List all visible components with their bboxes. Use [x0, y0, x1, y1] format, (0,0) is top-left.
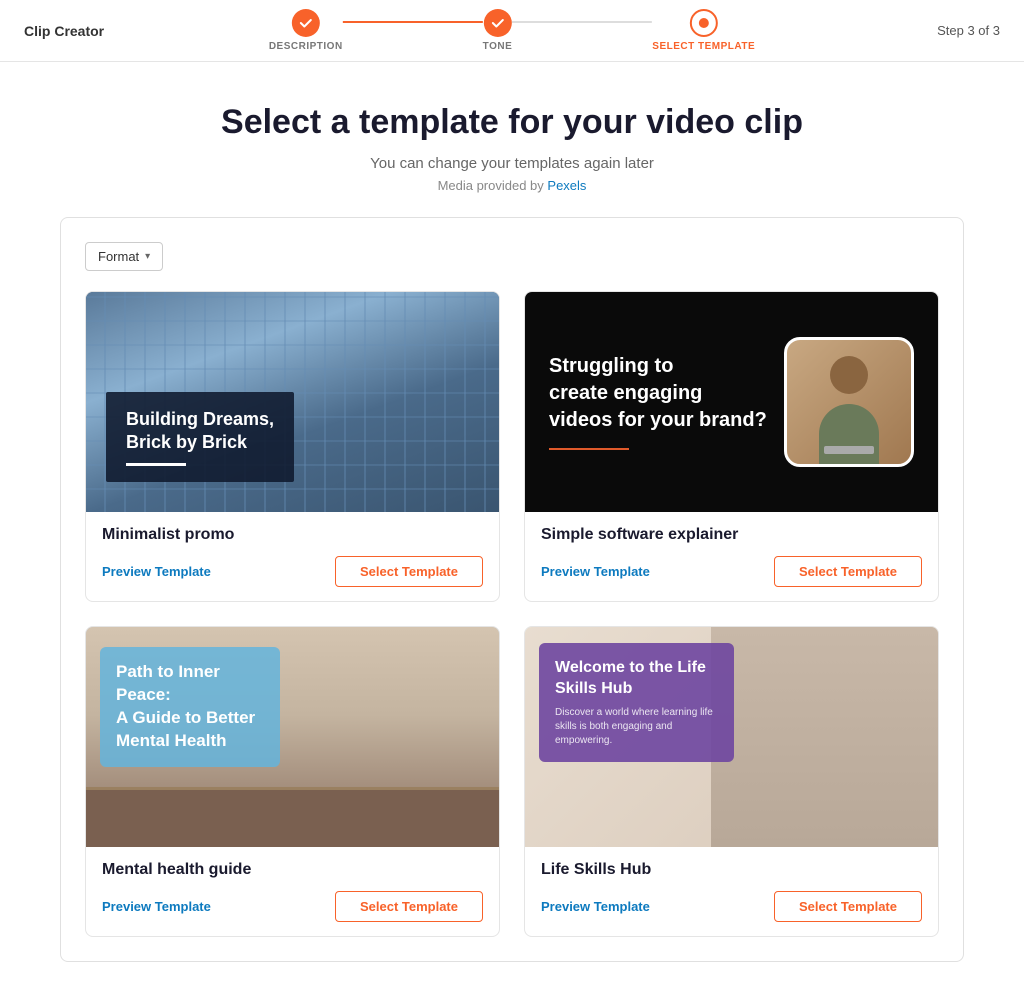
main-content: Select a template for your video clip Yo… — [0, 62, 1024, 1002]
template-card-software: Struggling tocreate engagingvideos for y… — [524, 291, 939, 602]
laptop-prop — [824, 446, 874, 454]
minimalist-title: Building Dreams,Brick by Brick — [126, 408, 274, 455]
template-preview-software: Struggling tocreate engagingvideos for y… — [525, 292, 938, 512]
pexels-link[interactable]: Pexels — [547, 178, 586, 193]
mental-floor — [86, 787, 499, 847]
software-divider — [549, 448, 629, 450]
page-subheading: You can change your templates again late… — [60, 155, 964, 172]
progress-steps: DESCRIPTION TONE SELECT TEMPLATE — [269, 9, 755, 52]
preview-link-mental[interactable]: Preview Template — [102, 899, 211, 914]
top-nav: Clip Creator DESCRIPTION TONE SELECT TEM… — [0, 0, 1024, 62]
template-actions-minimalist: Preview Template Select Template — [102, 556, 483, 587]
step-circle-tone — [483, 9, 511, 37]
software-person-image — [784, 337, 914, 467]
format-filter-button[interactable]: Format ▾ — [85, 242, 163, 271]
person-silhouette — [809, 354, 889, 464]
template-preview-mental: Path to Inner Peace:A Guide to BetterMen… — [86, 627, 499, 847]
chevron-down-icon: ▾ — [145, 251, 150, 262]
minimalist-text-box: Building Dreams,Brick by Brick — [106, 392, 294, 482]
step-connector-1 — [343, 21, 483, 23]
minimalist-bar — [126, 463, 186, 466]
template-name-lifeskills: Life Skills Hub — [541, 861, 922, 879]
lifeskills-sub: Discover a world where learning life ski… — [555, 706, 718, 748]
step-label-tone: TONE — [483, 41, 513, 52]
lifeskills-text-box: Welcome to the Life Skills Hub Discover … — [539, 643, 734, 762]
media-credit: Media provided by Pexels — [60, 178, 964, 193]
template-preview-lifeskills: Welcome to the Life Skills Hub Discover … — [525, 627, 938, 847]
template-card-lifeskills: Welcome to the Life Skills Hub Discover … — [524, 626, 939, 937]
template-card-minimalist: Building Dreams,Brick by Brick Minimalis… — [85, 291, 500, 602]
select-template-button-minimalist[interactable]: Select Template — [335, 556, 483, 587]
software-headline: Struggling tocreate engagingvideos for y… — [549, 353, 768, 434]
preview-link-minimalist[interactable]: Preview Template — [102, 564, 211, 579]
template-card-mental: Path to Inner Peace:A Guide to BetterMen… — [85, 626, 500, 937]
preview-link-software[interactable]: Preview Template — [541, 564, 650, 579]
step-circle-description — [292, 9, 320, 37]
software-text-block: Struggling tocreate engagingvideos for y… — [549, 353, 768, 450]
format-label: Format — [98, 249, 139, 264]
step-indicator: Step 3 of 3 — [937, 23, 1000, 38]
template-preview-minimalist: Building Dreams,Brick by Brick — [86, 292, 499, 512]
template-actions-software: Preview Template Select Template — [541, 556, 922, 587]
template-actions-mental: Preview Template Select Template — [102, 891, 483, 922]
mental-text-box: Path to Inner Peace:A Guide to BetterMen… — [100, 647, 280, 767]
step-label-select-template: SELECT TEMPLATE — [652, 41, 755, 52]
person-body — [819, 404, 879, 464]
mental-title: Path to Inner Peace:A Guide to BetterMen… — [116, 661, 264, 753]
template-actions-lifeskills: Preview Template Select Template — [541, 891, 922, 922]
step-connector-2 — [512, 21, 652, 23]
template-name-mental: Mental health guide — [102, 861, 483, 879]
select-template-button-lifeskills[interactable]: Select Template — [774, 891, 922, 922]
step-tone: TONE — [483, 9, 513, 52]
template-info-minimalist: Minimalist promo Preview Template Select… — [86, 512, 499, 601]
step-circle-select-template — [690, 9, 718, 37]
page-heading: Select a template for your video clip — [60, 102, 964, 143]
template-grid: Building Dreams,Brick by Brick Minimalis… — [85, 291, 939, 937]
person-head — [830, 356, 868, 394]
template-info-software: Simple software explainer Preview Templa… — [525, 512, 938, 601]
lifeskills-shelf-area — [711, 627, 938, 847]
template-name-minimalist: Minimalist promo — [102, 526, 483, 544]
lifeskills-title: Welcome to the Life Skills Hub — [555, 657, 718, 700]
app-title: Clip Creator — [24, 23, 104, 39]
template-info-lifeskills: Life Skills Hub Preview Template Select … — [525, 847, 938, 936]
template-info-mental: Mental health guide Preview Template Sel… — [86, 847, 499, 936]
preview-link-lifeskills[interactable]: Preview Template — [541, 899, 650, 914]
media-credit-prefix: Media provided by — [438, 178, 548, 193]
step-select-template: SELECT TEMPLATE — [652, 9, 755, 52]
template-name-software: Simple software explainer — [541, 526, 922, 544]
step-label-description: DESCRIPTION — [269, 41, 343, 52]
step-description: DESCRIPTION — [269, 9, 343, 52]
select-template-button-software[interactable]: Select Template — [774, 556, 922, 587]
select-template-button-mental[interactable]: Select Template — [335, 891, 483, 922]
templates-container: Format ▾ Building Dreams,Brick by Brick … — [60, 217, 964, 962]
